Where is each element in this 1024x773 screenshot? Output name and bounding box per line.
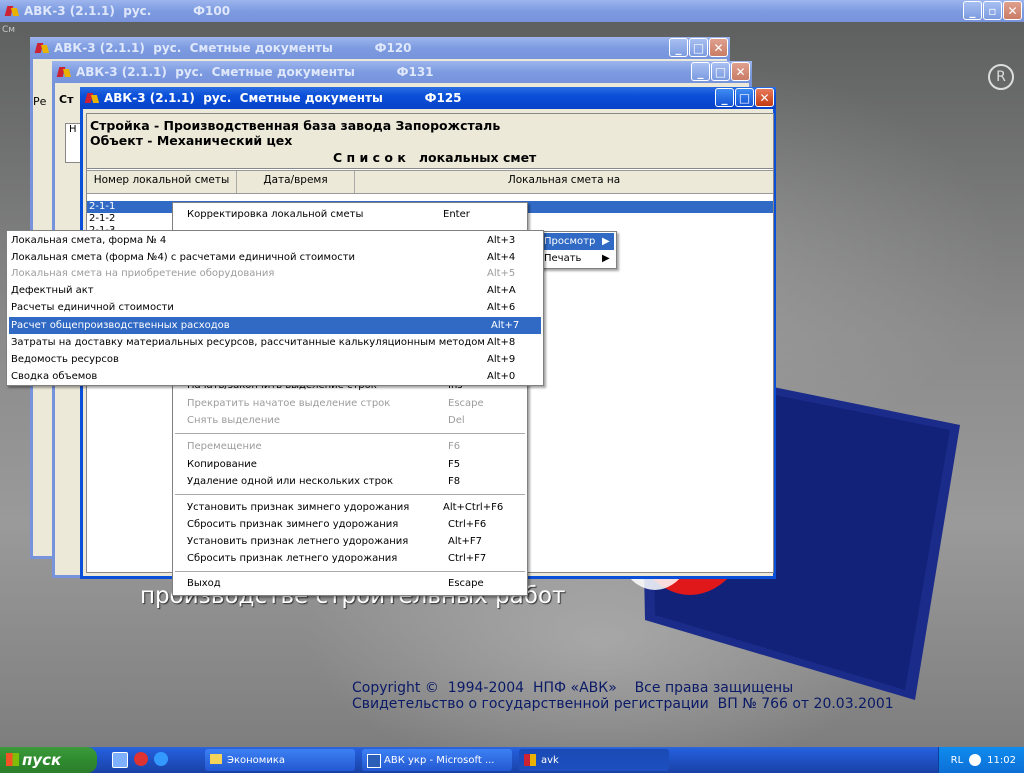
minimize-button[interactable]: _	[963, 1, 982, 20]
window-title: АВК-3 (2.1.1) рус. Сметные документы Ф12…	[104, 91, 462, 105]
menu-item-exit[interactable]: Выход Escape	[173, 575, 527, 592]
close-button[interactable]: ✕	[1003, 1, 1022, 20]
menu-item-move[interactable]: Перемещение F6	[173, 438, 527, 455]
minimize-button[interactable]: _	[669, 38, 688, 57]
menu-item-unit-cost-calc[interactable]: Расчеты единичной стоимости Alt+6	[7, 299, 543, 316]
window-f100-side-label: См	[2, 25, 16, 35]
menu-item-defect-act[interactable]: Дефектный акт Alt+A	[7, 282, 543, 299]
taskbar-button-label: АВК укр - Microsoft ...	[384, 754, 495, 766]
desktop-icon[interactable]	[112, 752, 128, 768]
menu-item-local-estimate-f4[interactable]: Локальная смета, форма № 4 Alt+3	[7, 232, 543, 249]
side-label: Ре	[33, 95, 47, 108]
menu-separator	[175, 571, 525, 572]
copyright-line1: Copyright © 1994-2004 НПФ «АВК» Все прав…	[352, 680, 794, 696]
window-f100-titlebar[interactable]: АВК-3 (2.1.1) рус. Ф100 _ ▫ ✕	[0, 0, 1024, 22]
view-submenu: Локальная смета, форма № 4 Alt+3 Локальна…	[6, 230, 544, 386]
object-title: Объект - Механический цех	[90, 133, 293, 148]
menu-item-delivery-costs[interactable]: Затраты на доставку материальных ресурсо…	[7, 334, 543, 351]
app-icon	[4, 4, 20, 18]
windows-flag-icon	[6, 753, 19, 766]
maximize-button[interactable]: □	[735, 88, 754, 107]
table-row[interactable]: 2-1-1	[87, 201, 115, 213]
side-label: Ст	[59, 93, 74, 106]
window-f125-titlebar[interactable]: АВК-3 (2.1.1) рус. Сметные документы Ф12…	[80, 87, 776, 109]
column-header-number[interactable]: Номер локальной сметы	[87, 171, 237, 193]
close-button[interactable]: ✕	[731, 62, 750, 81]
taskbar-button-avk[interactable]: avk	[519, 749, 669, 771]
menu-item-resource-list[interactable]: Ведомость ресурсов Alt+9	[7, 351, 543, 368]
menu-item-reset-winter[interactable]: Сбросить признак зимнего удорожания Ctrl+…	[173, 516, 527, 533]
minimize-button[interactable]: _	[691, 62, 710, 81]
menu-item-print[interactable]: Печать ▶	[538, 250, 616, 267]
window-title: АВК-3 (2.1.1) рус. Сметные документы Ф13…	[76, 65, 434, 79]
menu-item-reset-summer[interactable]: Сбросить признак летнего удорожания Ctrl+…	[173, 550, 527, 567]
system-tray: RL 11:02	[938, 747, 1024, 773]
desktop-background: R производстве строительных работ Copyri…	[0, 0, 1024, 747]
menu-item-edit[interactable]: Корректировка локальной сметы Enter	[173, 206, 527, 223]
menu-separator	[175, 494, 525, 495]
close-button[interactable]: ✕	[709, 38, 728, 57]
menu-item-overhead-calc[interactable]: Расчет общепроизводственных расходов Alt+…	[9, 317, 541, 334]
menu-item-set-summer[interactable]: Установить признак летнего удорожания Alt…	[173, 533, 527, 550]
clock[interactable]: 11:02	[987, 755, 1016, 766]
start-label: пуск	[22, 751, 62, 769]
avk-icon	[524, 754, 536, 766]
menu-item-cancel-selection[interactable]: Прекратить начатое выделение строк Escape	[173, 395, 527, 412]
copyright-line2: Свидетельство о государственной регистра…	[352, 696, 894, 712]
print-menu: Просмотр ▶ Печать ▶	[537, 231, 617, 269]
menu-item-view[interactable]: Просмотр ▶	[540, 233, 614, 250]
maximize-button[interactable]: □	[711, 62, 730, 81]
construction-title: Стройка - Производственная база завода З…	[90, 118, 501, 133]
window-f131-titlebar[interactable]: АВК-3 (2.1.1) рус. Сметные документы Ф13…	[52, 61, 752, 83]
app-icon	[56, 65, 72, 79]
window-title: АВК-3 (2.1.1) рус. Сметные документы Ф12…	[54, 41, 412, 55]
app-icon	[84, 91, 100, 105]
table-header: Номер локальной сметы Дата/время Локальн…	[87, 170, 773, 194]
menu-item-clear-selection[interactable]: Снять выделение Del	[173, 412, 527, 429]
taskbar-button-label: avk	[541, 754, 559, 766]
table-row[interactable]: 2-1-2	[87, 213, 115, 225]
column-header-estimate[interactable]: Локальная смета на	[355, 171, 773, 193]
quick-launch	[112, 752, 168, 768]
menu-item-set-winter[interactable]: Установить признак зимнего удорожания Alt…	[173, 499, 527, 516]
window-title: АВК-3 (2.1.1) рус. Ф100	[24, 4, 231, 18]
app-icon	[34, 41, 50, 55]
submenu-arrow-icon: ▶	[602, 253, 610, 264]
taskbar-button-word[interactable]: АВК укр - Microsoft ...	[362, 749, 512, 771]
restore-button[interactable]: ▫	[983, 1, 1002, 20]
list-title: С п и с о к локальных смет	[333, 150, 537, 165]
opera-icon[interactable]	[134, 752, 148, 766]
volume-icon[interactable]	[969, 754, 982, 766]
taskbar: пуск Экономика АВК укр - Microsoft ... a…	[0, 747, 1024, 773]
menu-item-local-estimate-f4-unit[interactable]: Локальная смета (форма №4) с расчетами е…	[7, 249, 543, 266]
ie-icon[interactable]	[154, 752, 168, 766]
registered-mark: R	[988, 64, 1014, 90]
word-icon	[367, 754, 381, 768]
submenu-arrow-icon: ▶	[602, 236, 610, 247]
maximize-button[interactable]: □	[689, 38, 708, 57]
menu-item-volume-summary[interactable]: Сводка объемов Alt+0	[7, 368, 543, 385]
window-f120-titlebar[interactable]: АВК-3 (2.1.1) рус. Сметные документы Ф12…	[30, 37, 730, 59]
menu-item-delete[interactable]: Удаление одной или нескольких строк F8	[173, 473, 527, 490]
taskbar-button-label: Экономика	[227, 754, 286, 766]
column-header-date[interactable]: Дата/время	[237, 171, 355, 193]
folder-icon	[210, 754, 222, 764]
taskbar-button-economics[interactable]: Экономика	[205, 749, 355, 771]
menu-separator	[175, 433, 525, 434]
side-text: Н	[69, 124, 77, 135]
menu-item-copy[interactable]: Копирование F5	[173, 456, 527, 473]
minimize-button[interactable]: _	[715, 88, 734, 107]
close-button[interactable]: ✕	[755, 88, 774, 107]
menu-item-equipment-estimate[interactable]: Локальная смета на приобретение оборудов…	[7, 265, 543, 282]
start-button[interactable]: пуск	[0, 747, 97, 773]
language-indicator[interactable]: RL	[951, 755, 964, 766]
